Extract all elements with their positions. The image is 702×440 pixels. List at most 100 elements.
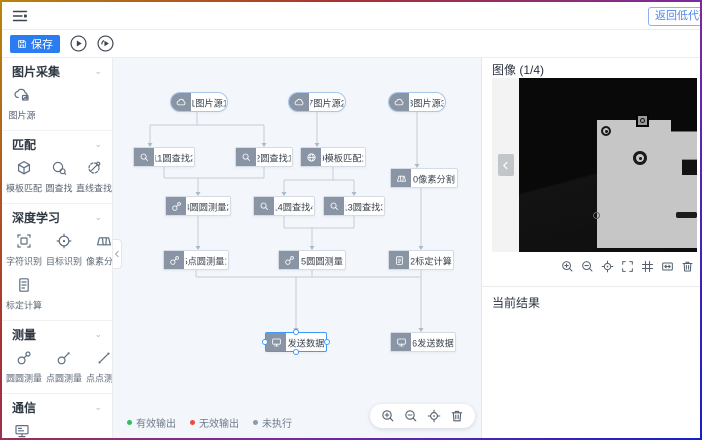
measure-icon <box>279 251 299 269</box>
circle-find-icon <box>236 148 256 166</box>
action-toolbar: 保存 <box>2 30 700 58</box>
tool-target-detect[interactable]: 目标识别 <box>44 232 84 268</box>
segment-icon <box>391 169 411 187</box>
flow-node-circle-circle-measure-3[interactable]: 15圆圆测量3 <box>278 250 346 270</box>
node-handle[interactable] <box>293 349 299 355</box>
zoom-out-icon[interactable] <box>581 260 594 273</box>
legend-not-executed: 未执行 <box>253 415 292 430</box>
cloud-icon <box>171 93 191 111</box>
part-hole-large <box>633 151 647 165</box>
zoom-in-icon[interactable] <box>561 260 574 273</box>
inspected-part <box>597 120 697 248</box>
trash-icon[interactable] <box>450 409 464 423</box>
flow-node-circle-find-4[interactable]: 14圆查找4 <box>253 196 315 216</box>
chevron-left-icon <box>114 250 120 258</box>
flow-canvas[interactable]: 1图片源1 7图片源2 8图片源3 11圆查找2 2圆查找1 9模板匹配1 <box>113 58 482 438</box>
gray-dot-icon <box>253 420 258 425</box>
template-match-icon <box>301 148 321 166</box>
send-data-icon <box>391 333 411 351</box>
tool-ocr[interactable]: 字符识别 <box>4 232 44 268</box>
back-to-lowcode-button[interactable]: 返回低代码 <box>648 7 700 26</box>
flow-node-image-source-1[interactable]: 1图片源1 <box>170 92 228 112</box>
prev-image-button[interactable] <box>498 154 514 176</box>
image-viewer <box>492 78 697 252</box>
flow-node-calibration-1[interactable]: 12标定计算1 <box>388 250 454 270</box>
node-label: 8图片源3 <box>410 94 443 111</box>
node-label: 1图片源1 <box>192 94 225 111</box>
flow-node-pixel-segment-1[interactable]: 10像素分割1 <box>390 168 458 188</box>
section-matching: 匹配 ⌄ 模板匹配 圆查找 直线查找 <box>2 131 112 204</box>
circle-circle-measure-icon <box>15 349 33 367</box>
line-find-icon <box>85 159 103 177</box>
run-button[interactable] <box>70 35 87 52</box>
cloud-icon <box>289 93 309 111</box>
tool-line-find[interactable]: 直线查找 <box>74 159 113 195</box>
tool-circle-find[interactable]: 圆查找 <box>44 159 74 195</box>
zoom-in-icon[interactable] <box>381 409 395 423</box>
tool-pixel-segment[interactable]: 像素分割 <box>84 232 113 268</box>
current-result-title: 当前结果 <box>492 294 540 311</box>
section-header-communication[interactable]: 通信 ⌄ <box>2 394 112 420</box>
flow-node-circle-find-3[interactable]: 13圆查找3 <box>323 196 385 216</box>
tool-point-point-measure[interactable]: 点点测量 <box>84 349 113 385</box>
flow-node-circle-find-1[interactable]: 2圆查找1 <box>235 147 293 167</box>
ocr-icon <box>15 232 33 250</box>
flow-node-point-circle-measure-1[interactable]: 5点圆测量1 <box>163 250 229 270</box>
tool-send-data[interactable] <box>4 422 39 438</box>
save-button[interactable]: 保存 <box>10 35 60 53</box>
flow-node-image-source-2[interactable]: 7图片源2 <box>288 92 346 112</box>
section-header-deep-learning[interactable]: 深度学习 ⌄ <box>2 204 112 230</box>
section-header-measure[interactable]: 测量 ⌄ <box>2 321 112 347</box>
green-dot-icon <box>127 420 132 425</box>
chevron-down-icon: ⌄ <box>94 66 102 77</box>
node-handle[interactable] <box>262 339 268 345</box>
trash-icon[interactable] <box>681 260 694 273</box>
step-run-button[interactable] <box>97 35 114 52</box>
camera-image[interactable] <box>519 78 697 252</box>
node-handle[interactable] <box>324 339 330 345</box>
node-label: 15圆圆测量3 <box>301 252 343 269</box>
section-header-matching[interactable]: 匹配 ⌄ <box>2 131 112 157</box>
circle-find-icon <box>50 159 68 177</box>
send-data-icon <box>266 333 286 351</box>
flow-node-template-match-1[interactable]: 9模板匹配1 <box>300 147 366 167</box>
tool-image-source[interactable]: 图片源 <box>4 86 39 122</box>
calibration-icon <box>389 251 409 269</box>
node-label: 2圆查找1 <box>257 149 290 166</box>
node-label: 16发送数据2 <box>413 334 453 351</box>
zoom-out-icon[interactable] <box>404 409 418 423</box>
fit-image-icon[interactable] <box>661 260 674 273</box>
section-communication: 通信 ⌄ <box>2 394 112 438</box>
section-image-capture: 图片采集 ⌄ 图片源 <box>2 58 112 131</box>
fullscreen-icon[interactable] <box>621 260 634 273</box>
part-corner-feature <box>593 212 600 219</box>
tool-calibration[interactable]: 标定计算 <box>4 276 44 312</box>
flow-node-circle-circle-measure-2[interactable]: 4圆圆测量2 <box>165 196 231 216</box>
flow-node-circle-find-2[interactable]: 11圆查找2 <box>133 147 195 167</box>
red-dot-icon <box>190 420 195 425</box>
section-header-image-capture[interactable]: 图片采集 ⌄ <box>2 58 112 84</box>
flow-node-send-data-2[interactable]: 16发送数据2 <box>390 332 456 352</box>
flow-node-image-source-3[interactable]: 8图片源3 <box>388 92 446 112</box>
part-slot <box>676 212 697 218</box>
grid-icon[interactable] <box>641 260 654 273</box>
chevron-down-icon: ⌄ <box>94 212 102 223</box>
save-label: 保存 <box>31 36 53 52</box>
image-toolbar <box>561 260 694 273</box>
node-handle[interactable] <box>293 329 299 335</box>
section-deep-learning: 深度学习 ⌄ 字符识别 目标识别 像素分割 <box>2 204 112 321</box>
point-circle-measure-icon <box>55 349 73 367</box>
tool-circle-circle-measure[interactable]: 圆圆测量 <box>4 349 44 385</box>
node-label: 5点圆测量1 <box>186 252 226 269</box>
node-label: 11圆查找2 <box>156 149 193 166</box>
cloud-icon <box>389 93 409 111</box>
legend-invalid-output: 无效输出 <box>190 415 239 430</box>
tool-point-circle-measure[interactable]: 点圆测量 <box>44 349 84 385</box>
menu-icon[interactable] <box>12 7 29 24</box>
tool-template-match[interactable]: 模板匹配 <box>4 159 44 195</box>
locate-icon[interactable] <box>601 260 614 273</box>
flow-node-send-data-1[interactable]: 6发送数据1 <box>265 332 327 352</box>
locate-icon[interactable] <box>427 409 441 423</box>
sidebar-collapse-handle[interactable] <box>113 239 122 269</box>
chevron-down-icon: ⌄ <box>94 402 102 413</box>
